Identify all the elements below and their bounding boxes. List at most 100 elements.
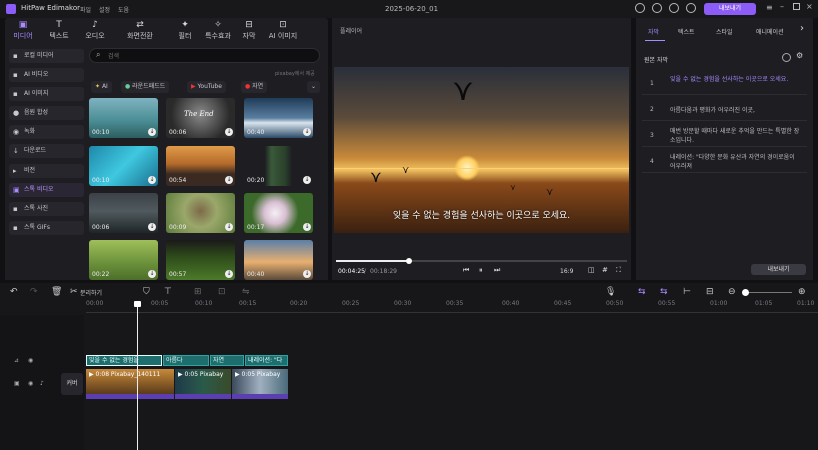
media-thumb[interactable]: 00:40 ↓ xyxy=(244,240,313,280)
subtitle-clip[interactable]: 자연 xyxy=(210,355,244,366)
subtitle-row[interactable]: 1 잊을 수 없는 경험을 선사하는 이곳으로 오세요. xyxy=(642,74,807,95)
media-thumb[interactable]: 00:57 ↓ xyxy=(166,240,235,280)
download-icon[interactable]: ↓ xyxy=(148,270,156,278)
playhead-handle[interactable] xyxy=(134,301,141,307)
redo-icon[interactable]: ↷ xyxy=(30,287,38,297)
download-icon[interactable]: ↓ xyxy=(303,270,311,278)
media-thumb[interactable]: 00:09 ↓ xyxy=(166,193,235,233)
subtitle-clip[interactable]: 내레이션: "다 xyxy=(245,355,288,366)
settings-icon[interactable]: ⚙ xyxy=(796,51,803,60)
mirror-icon[interactable]: ⇋ xyxy=(242,287,250,297)
minimize-icon[interactable]: – xyxy=(780,2,784,11)
download-icon[interactable]: ↓ xyxy=(225,270,233,278)
subtitle-clip[interactable]: 잊을 수 없는 경험을 xyxy=(86,355,162,366)
menu-icon[interactable]: ≡ xyxy=(766,3,773,12)
text-box-icon[interactable]: ⊤ xyxy=(164,287,172,297)
subtitle-export-button[interactable]: 내보내기 xyxy=(751,264,806,275)
menu-file[interactable]: 파일 xyxy=(80,5,91,14)
shield-icon[interactable]: ⛉ xyxy=(143,287,150,297)
sidebar-item-voice[interactable]: ● 음원 합성 xyxy=(9,106,84,120)
undo-icon[interactable]: ↶ xyxy=(10,287,18,297)
media-thumb[interactable]: 00:06 ↓ xyxy=(89,193,158,233)
sidebar-item-download[interactable]: ↓ 다운로드 xyxy=(9,144,84,158)
magnet-icon[interactable]: ⇆ xyxy=(660,287,668,297)
tool-audio[interactable]: ♪ 오디오 xyxy=(79,20,111,42)
timeline-ruler[interactable] xyxy=(86,309,818,313)
chip-youtube[interactable]: ▶ YouTube xyxy=(187,81,226,93)
link-icon[interactable]: ⇆ xyxy=(638,287,646,297)
subtitle-row[interactable]: 4 내레이션: "다양한 문화 유산과 자연의 경이로움이 어우러져 xyxy=(642,152,807,173)
sidebar-item-stock-photo[interactable]: ▪ 스톡 사진 xyxy=(9,202,84,216)
video-preview[interactable]: ⋎ ⋎ ⋎ ⋎ ⋎ 잊을 수 없는 경험을 선사하는 이곳으로 오세요. xyxy=(334,67,629,233)
tab-style[interactable]: 스타일 xyxy=(716,27,733,36)
search-box[interactable]: ⌕ xyxy=(89,48,320,63)
sidebar-item-ai-video[interactable]: ▪ AI 비디오 xyxy=(9,68,84,82)
chips-expand-button[interactable]: ⌄ xyxy=(307,81,321,93)
subtitle-row-text[interactable]: 내레이션: "다양한 문화 유산과 자연의 경이로움이 어우러져 xyxy=(670,153,800,171)
media-thumb[interactable]: 00:10 ↓ xyxy=(89,146,158,186)
media-thumb[interactable]: The End 00:06 ↓ xyxy=(166,98,235,138)
tab-animation[interactable]: 애니메이션 xyxy=(756,27,784,36)
playhead-handle[interactable] xyxy=(405,258,412,264)
download-icon[interactable]: ↓ xyxy=(225,223,233,231)
freeze-icon[interactable]: ⊡ xyxy=(218,287,226,297)
timeline-playhead[interactable] xyxy=(137,303,138,450)
aspect-ratio-select[interactable]: 16:9 xyxy=(560,268,573,275)
sidebar-item-ai-image[interactable]: ▪ AI 이미지 xyxy=(9,87,84,101)
download-icon[interactable] xyxy=(686,3,696,13)
fit-icon[interactable]: ⊟ xyxy=(706,287,714,297)
chip-nature[interactable]: ● 자연 xyxy=(241,81,268,93)
sidebar-item-local-media[interactable]: ▪ 로컬 미디어 xyxy=(9,49,84,63)
download-icon[interactable]: ↓ xyxy=(303,223,311,231)
playback-progress[interactable] xyxy=(336,258,627,264)
chip-ai[interactable]: ✦ AI xyxy=(91,81,112,93)
grid-icon[interactable]: # xyxy=(602,266,608,274)
sidebar-item-record[interactable]: ◉ 녹화 xyxy=(9,125,84,139)
zoom-out-icon[interactable]: ⊖ xyxy=(728,287,736,297)
tool-ai-image[interactable]: ⊡ AI 이미지 xyxy=(261,20,305,42)
video-clip[interactable]: ▶ 0:08 Pixabay_140111 xyxy=(86,369,174,399)
subtitle-row-text[interactable]: 매번 방문할 때마다 새로운 추억을 만드는 특별한 장소입니다. xyxy=(670,127,800,145)
media-thumb[interactable]: 00:10 ↓ xyxy=(89,98,158,138)
download-icon[interactable]: ↓ xyxy=(148,176,156,184)
sidebar-item-vision[interactable]: ▸ 비전 xyxy=(9,164,84,178)
help-icon[interactable] xyxy=(669,3,679,13)
zoom-slider[interactable] xyxy=(742,289,792,296)
subtitle-row-text[interactable]: 아름다움과 평화가 어우러진 이곳, xyxy=(670,106,800,115)
track-eye-icon[interactable]: ◉ xyxy=(28,380,33,387)
maximize-icon[interactable] xyxy=(793,3,800,10)
download-icon[interactable]: ↓ xyxy=(148,128,156,136)
translate-icon[interactable] xyxy=(782,53,791,62)
tool-effects[interactable]: ✧ 특수효과 xyxy=(199,20,237,42)
sidebar-item-stock-gifs[interactable]: ▪ 스톡 GIFs xyxy=(9,221,84,235)
zoom-handle[interactable] xyxy=(742,289,749,296)
download-icon[interactable]: ↓ xyxy=(303,176,311,184)
tool-transition[interactable]: ⇄ 화면전환 xyxy=(121,20,159,42)
video-clip[interactable]: ▶ 0:05 Pixabay xyxy=(175,369,231,399)
tab-text[interactable]: 텍스트 xyxy=(678,27,695,36)
chip-round[interactable]: ● 라운드패드드 xyxy=(121,81,170,93)
subtitle-clip[interactable]: 아름다 xyxy=(163,355,209,366)
split-label[interactable]: 분리하기 xyxy=(80,288,102,297)
download-icon[interactable]: ↓ xyxy=(303,128,311,136)
subtitle-row[interactable]: 3 매번 방문할 때마다 새로운 추억을 만드는 특별한 장소입니다. xyxy=(642,126,807,147)
media-thumb[interactable]: 00:54 ↓ xyxy=(166,146,235,186)
next-frame-icon[interactable]: ⏭ xyxy=(494,266,500,275)
export-button[interactable]: 내보내기 xyxy=(704,3,756,15)
download-icon[interactable]: ↓ xyxy=(225,128,233,136)
tab-subtitle[interactable]: 자막 xyxy=(648,27,659,36)
tool-filter[interactable]: ✦ 필터 xyxy=(169,20,201,42)
video-clip[interactable]: ▶ 0:05 Pixabay xyxy=(232,369,288,399)
split-icon[interactable]: ✂ xyxy=(70,287,78,297)
track-eye-icon[interactable]: ◉ xyxy=(28,357,33,364)
notification-icon[interactable] xyxy=(635,3,645,13)
download-icon[interactable]: ↓ xyxy=(225,176,233,184)
tool-media[interactable]: ▣ 미디어 xyxy=(7,20,39,42)
tool-text[interactable]: T 텍스트 xyxy=(43,20,75,42)
snap-icon[interactable]: ⊢ xyxy=(683,287,691,297)
cover-button[interactable]: 커버 xyxy=(61,373,83,395)
pause-icon[interactable]: ⏸ xyxy=(479,266,483,275)
menu-settings[interactable]: 설정 xyxy=(99,5,110,14)
subtitle-row-text[interactable]: 잊을 수 없는 경험을 선사하는 이곳으로 오세요. xyxy=(670,75,800,84)
media-thumb[interactable]: 00:17 ↓ xyxy=(244,193,313,233)
